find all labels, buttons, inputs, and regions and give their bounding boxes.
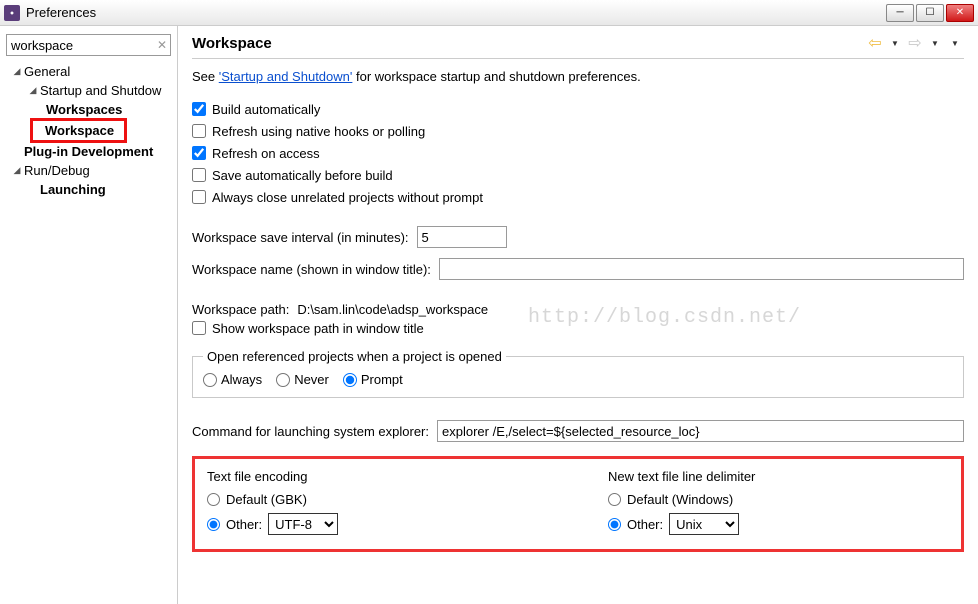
checkbox[interactable]	[192, 102, 206, 116]
check-save-before-build[interactable]: Save automatically before build	[192, 164, 964, 186]
radio[interactable]	[203, 373, 217, 387]
checkbox[interactable]	[192, 321, 206, 335]
delimiter-other[interactable]: Other: Unix	[608, 513, 949, 535]
highlight-box: Workspace	[30, 118, 127, 143]
clear-filter-icon[interactable]: ✕	[157, 38, 167, 52]
radio[interactable]	[207, 518, 220, 531]
expand-icon[interactable]: ◢	[10, 165, 24, 176]
explorer-input[interactable]	[437, 420, 964, 442]
forward-menu-icon[interactable]: ▼	[926, 34, 944, 52]
intro-text: See 'Startup and Shutdown' for workspace…	[192, 69, 964, 84]
explorer-label: Command for launching system explorer:	[192, 424, 429, 439]
encoding-other[interactable]: Other: UTF-8	[207, 513, 548, 535]
check-label: Show workspace path in window title	[212, 321, 424, 336]
encoding-heading: Text file encoding	[207, 469, 548, 484]
checkbox[interactable]	[192, 190, 206, 204]
window-buttons: ─ ☐ ✕	[886, 4, 974, 22]
check-label: Always close unrelated projects without …	[212, 190, 483, 205]
back-menu-icon[interactable]: ▼	[886, 34, 904, 52]
radio-prompt[interactable]: Prompt	[343, 372, 403, 387]
workspace-path-value: D:\sam.lin\code\adsp_workspace	[297, 302, 488, 317]
radio[interactable]	[608, 518, 621, 531]
checkbox[interactable]	[192, 146, 206, 160]
delimiter-default[interactable]: Default (Windows)	[608, 492, 949, 507]
tree-item-plugin[interactable]: Plug-in Development	[4, 142, 177, 161]
workspace-name-label: Workspace name (shown in window title):	[192, 262, 431, 277]
tree-item-rundebug[interactable]: ◢Run/Debug	[4, 161, 177, 180]
title-bar: Preferences ─ ☐ ✕	[0, 0, 978, 26]
tree-item-general[interactable]: ◢General	[4, 62, 177, 81]
tree-item-launching[interactable]: Launching	[4, 180, 177, 199]
forward-icon[interactable]: ⇨	[906, 34, 924, 52]
radio[interactable]	[343, 373, 357, 387]
radio[interactable]	[207, 493, 220, 506]
window-title: Preferences	[26, 5, 886, 20]
close-button[interactable]: ✕	[946, 4, 974, 22]
check-build-auto[interactable]: Build automatically	[192, 98, 964, 120]
sidebar: ✕ ◢General ◢Startup and Shutdow Workspac…	[0, 26, 178, 604]
check-refresh-native[interactable]: Refresh using native hooks or polling	[192, 120, 964, 142]
workspace-name-input[interactable]	[439, 258, 964, 280]
tree-item-workspaces[interactable]: Workspaces	[4, 100, 177, 119]
main-panel: http://blog.csdn.net/ Workspace ⇦ ▼ ⇨ ▼ …	[178, 26, 978, 604]
encoding-select[interactable]: UTF-8	[268, 513, 338, 535]
highlight-box-2: Text file encoding Default (GBK) Other: …	[192, 456, 964, 552]
encoding-group: Text file encoding Default (GBK) Other: …	[207, 469, 548, 535]
check-label: Refresh using native hooks or polling	[212, 124, 425, 139]
radio-always[interactable]: Always	[203, 372, 262, 387]
tree-item-startup[interactable]: ◢Startup and Shutdow	[4, 81, 177, 100]
expand-icon[interactable]: ◢	[26, 85, 40, 96]
checkbox[interactable]	[192, 168, 206, 182]
view-menu-icon[interactable]: ▼	[946, 34, 964, 52]
back-icon[interactable]: ⇦	[866, 34, 884, 52]
check-refresh-access[interactable]: Refresh on access	[192, 142, 964, 164]
check-label: Save automatically before build	[212, 168, 393, 183]
maximize-button[interactable]: ☐	[916, 4, 944, 22]
checkbox[interactable]	[192, 124, 206, 138]
save-interval-label: Workspace save interval (in minutes):	[192, 230, 409, 245]
radio-never[interactable]: Never	[276, 372, 329, 387]
page-title: Workspace	[192, 35, 866, 52]
tree-item-workspace[interactable]: Workspace	[33, 121, 114, 140]
tree: ◢General ◢Startup and Shutdow Workspaces…	[0, 62, 177, 199]
check-label: Build automatically	[212, 102, 320, 117]
minimize-button[interactable]: ─	[886, 4, 914, 22]
encoding-default[interactable]: Default (GBK)	[207, 492, 548, 507]
app-icon	[4, 5, 20, 21]
check-close-unrelated[interactable]: Always close unrelated projects without …	[192, 186, 964, 208]
radio[interactable]	[608, 493, 621, 506]
delimiter-heading: New text file line delimiter	[608, 469, 949, 484]
radio[interactable]	[276, 373, 290, 387]
referenced-projects-group: Open referenced projects when a project …	[192, 349, 964, 398]
expand-icon[interactable]: ◢	[10, 66, 24, 77]
startup-shutdown-link[interactable]: 'Startup and Shutdown'	[219, 69, 353, 84]
delimiter-group: New text file line delimiter Default (Wi…	[608, 469, 949, 535]
workspace-path-label: Workspace path:	[192, 302, 289, 317]
check-label: Refresh on access	[212, 146, 320, 161]
filter-input[interactable]	[6, 34, 171, 56]
delimiter-select[interactable]: Unix	[669, 513, 739, 535]
save-interval-input[interactable]	[417, 226, 507, 248]
check-show-path[interactable]: Show workspace path in window title	[192, 317, 964, 339]
referenced-projects-legend: Open referenced projects when a project …	[203, 349, 506, 364]
